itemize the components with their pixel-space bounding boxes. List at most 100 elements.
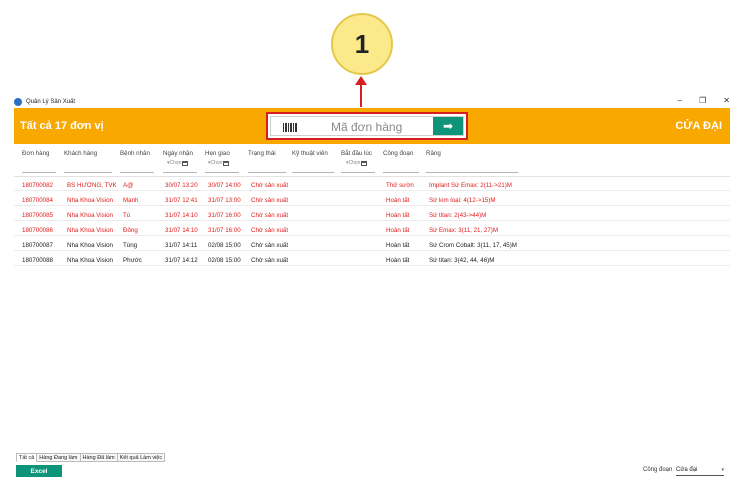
started-date-filter[interactable]: ▾Chọn [346,160,368,166]
column-header-order[interactable]: Đơn hàng [22,150,49,157]
cell-stage: Hoàn tất [386,197,410,204]
table-row[interactable]: 180700082 BS HƯƠNG, TVK A@ 30/07 13:20 30/07… [14,179,730,191]
cell-patient: Phước [123,257,142,264]
header-divider [14,176,730,177]
column-header-customer[interactable]: Khách hàng [64,150,97,157]
cell-order: 180700087 [22,242,53,249]
cell-customer: Nha Khoa Vision [67,242,113,249]
cell-order: 180700085 [22,212,53,219]
cell-patient: Tùng [123,242,138,249]
cell-due: 02/08 15:00 [208,242,241,249]
cell-order: 180700088 [22,257,53,264]
received-date-filter[interactable]: ▾Chọn [167,160,189,166]
column-header-patient[interactable]: Bệnh nhân [120,150,150,157]
cell-teeth: Sứ Crom Cobalt: 3(11, 17, 45)M [429,242,517,249]
cell-stage: Thử sườn [386,182,414,189]
cell-order: 180700082 [22,182,53,189]
cell-status: Chờ sản xuất [251,257,289,264]
column-header-teeth[interactable]: Răng [426,150,441,157]
excel-export-button[interactable]: Excel [16,465,62,477]
cell-patient: A@ [123,182,134,189]
window-titlebar: Quản Lý Sản Xuất – ❐ ✕ [14,96,730,108]
chevron-down-icon: ▾ [721,467,724,473]
view-tabs: Tất cả Hàng Đang làm Hàng Đã làm Kết quả… [16,453,166,462]
tab-in-progress[interactable]: Hàng Đang làm [37,453,81,462]
column-filter-started[interactable] [341,172,375,173]
cell-teeth: Sứ titan: 3(42, 44, 46)M [429,257,495,264]
cell-teeth: Implant Sứ Emax: 2(11->21)M [429,182,512,189]
column-filter-teeth[interactable] [426,172,518,173]
calendar-icon[interactable] [223,160,230,166]
location-label: CỬA ĐẠI [675,120,722,132]
cell-received: 30/07 13:20 [165,182,198,189]
order-search-input[interactable]: Mã đơn hàng ➡ [270,116,464,136]
top-header: Tất cả 17 đơn vị Mã đơn hàng ➡ CỬA ĐẠI [14,108,730,144]
minimize-icon[interactable]: – [678,96,682,105]
column-filter-stage[interactable] [383,172,419,173]
cell-due: 02/08 15:00 [208,257,241,264]
app-icon [14,98,22,106]
started-filter-placeholder: ▾Chọn [346,160,361,166]
cell-status: Chờ sản xuất [251,242,289,249]
cell-order: 180700084 [22,197,53,204]
column-header-started[interactable]: Bắt đầu lúc [341,150,372,157]
restore-icon[interactable]: ❐ [699,96,706,105]
screen: 1 Quản Lý Sản Xuất – ❐ ✕ Tất cả 17 đơn v… [0,0,744,491]
search-submit-button[interactable]: ➡ [433,117,463,135]
window-controls: – ❐ ✕ [678,96,730,105]
tab-work-results[interactable]: Kết quả Làm việc [117,453,166,462]
cell-due: 31/07 13:00 [208,197,241,204]
table-row[interactable]: 180700086 Nha Khoa Vision Đông 31/07 14:10 3… [14,224,730,236]
cell-customer: Nha Khoa Vision [67,212,113,219]
close-icon[interactable]: ✕ [723,96,730,105]
search-placeholder: Mã đơn hàng [331,120,403,134]
barcode-icon [283,123,297,132]
column-filter-order[interactable] [22,172,56,173]
calendar-icon[interactable] [182,160,189,166]
cell-stage: Hoàn tất [386,227,410,234]
arrow-right-icon: ➡ [442,119,454,133]
stage-select[interactable]: Cửa đại ▾ [676,465,724,476]
cell-due: 30/07 14:00 [208,182,241,189]
orders-table: Đơn hàng Khách hàng Bệnh nhân Ngày nhận … [14,144,730,452]
cell-received: 31/07 14:10 [165,227,198,234]
cell-status: Chờ sản xuất [251,212,289,219]
annotation-callout: 1 [331,13,393,75]
cell-stage: Hoàn tất [386,212,410,219]
tab-done[interactable]: Hàng Đã làm [80,453,118,462]
column-header-stage[interactable]: Công đoạn [383,150,413,157]
column-filter-due[interactable] [205,172,239,173]
column-filter-patient[interactable] [120,172,154,173]
stage-label: Công đoạn [643,467,673,473]
column-header-status[interactable]: Trạng thái [248,150,276,157]
cell-due: 31/07 16:00 [208,227,241,234]
column-filter-status[interactable] [248,172,286,173]
order-search-highlight: Mã đơn hàng ➡ [266,112,468,140]
cell-patient: Đông [123,227,138,234]
table-row[interactable]: 180700085 Nha Khoa Vision Tú 31/07 14:10 31/… [14,209,730,221]
cell-received: 31/07 14:10 [165,212,198,219]
column-header-due[interactable]: Hẹn giao [205,150,230,157]
cell-status: Chờ sản xuất [251,197,289,204]
cell-patient: Tú [123,212,131,219]
column-filter-received[interactable] [163,172,197,173]
column-header-received[interactable]: Ngày nhận [163,150,193,157]
table-row[interactable]: 180700088 Nha Khoa Vision Phước 31/07 14:12… [14,254,730,266]
column-filter-technician[interactable] [292,172,334,173]
due-date-filter[interactable]: ▾Chọn [208,160,230,166]
cell-stage: Hoàn tất [386,242,410,249]
table-row[interactable]: 180700087 Nha Khoa Vision Tùng 31/07 14:11 0… [14,239,730,251]
cell-customer: Nha Khoa Vision [67,257,113,264]
calendar-icon[interactable] [361,160,368,166]
column-filter-customer[interactable] [64,172,112,173]
annotation-number: 1 [354,28,370,59]
tab-all[interactable]: Tất cả [16,453,38,462]
cell-teeth: Sứ titan: 2(43->44)M [429,212,487,219]
stage-select-value: Cửa đại [676,467,698,473]
cell-received: 31/07 14:12 [165,257,198,264]
received-filter-placeholder: ▾Chọn [167,160,182,166]
cell-stage: Hoàn tất [386,257,410,264]
column-header-technician[interactable]: Kỹ thuật viên [292,150,328,157]
cell-customer: Nha Khoa Vision [67,197,113,204]
table-row[interactable]: 180700084 Nha Khoa Vision Mạnh 31/07 12:41 3… [14,194,730,206]
